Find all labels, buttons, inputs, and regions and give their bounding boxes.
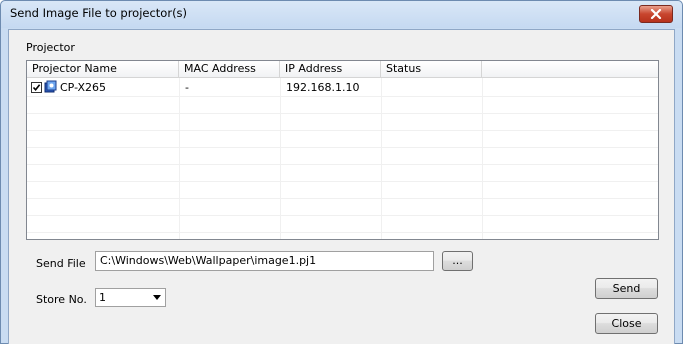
- checkmark-icon: [32, 84, 41, 92]
- table-row[interactable]: CP-X265 - 192.168.1.10: [27, 79, 658, 96]
- close-button[interactable]: Close: [595, 313, 658, 334]
- dropdown-arrow[interactable]: [148, 289, 165, 306]
- grid-line: [27, 198, 658, 199]
- window-title: Send Image File to projector(s): [10, 6, 188, 20]
- store-no-label: Store No.: [36, 293, 87, 306]
- store-no-select[interactable]: 1: [95, 288, 166, 307]
- send-file-label: Send File: [36, 257, 86, 270]
- close-icon: [650, 9, 662, 19]
- send-button[interactable]: Send: [595, 278, 658, 299]
- dialog-window: Send Image File to projector(s) Projecto…: [0, 0, 683, 344]
- ip-address-cell: 192.168.1.10: [286, 81, 360, 94]
- projector-group-label: Projector: [26, 41, 75, 54]
- store-no-value: 1: [99, 291, 106, 304]
- grid-line: [27, 215, 658, 216]
- dialog-client-area: Projector Projector Name MAC Address IP …: [8, 29, 675, 344]
- column-header-status[interactable]: Status: [381, 61, 482, 78]
- window-close-button[interactable]: [639, 5, 673, 23]
- projector-icon: [44, 80, 57, 93]
- grid-line: [27, 164, 658, 165]
- projector-list[interactable]: Projector Name MAC Address IP Address St…: [26, 60, 659, 240]
- column-header-projector-name[interactable]: Projector Name: [27, 61, 179, 78]
- mac-address-cell: -: [185, 81, 189, 94]
- grid-line: [27, 181, 658, 182]
- grid-line: [27, 130, 658, 131]
- list-header: Projector Name MAC Address IP Address St…: [27, 61, 658, 78]
- projector-name-cell: CP-X265: [60, 81, 107, 94]
- projector-checkbox[interactable]: [31, 82, 42, 93]
- grid-line: [27, 232, 658, 233]
- grid-line: [27, 96, 658, 97]
- column-header-mac-address[interactable]: MAC Address: [179, 61, 280, 78]
- grid-line: [27, 113, 658, 114]
- browse-button[interactable]: ...: [442, 251, 473, 271]
- grid-line: [27, 147, 658, 148]
- send-file-path-input[interactable]: C:\Windows\Web\Wallpaper\image1.pj1: [95, 251, 434, 271]
- title-bar[interactable]: Send Image File to projector(s): [1, 1, 682, 28]
- chevron-down-icon: [152, 295, 161, 300]
- column-header-ip-address[interactable]: IP Address: [280, 61, 381, 78]
